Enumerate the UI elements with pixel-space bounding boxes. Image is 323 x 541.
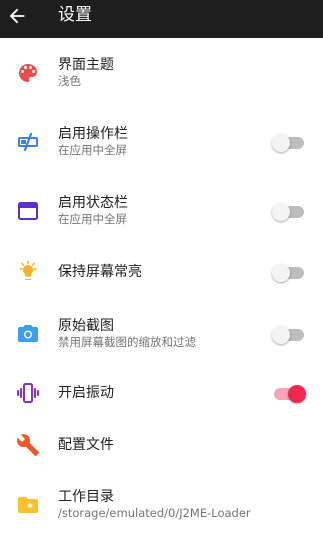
setting-summary: 禁用屏幕截图的缩放和过滤	[58, 335, 196, 349]
lightbulb-icon	[19, 260, 37, 280]
folder-star-icon	[18, 497, 38, 513]
setting-title: 工作目录	[58, 489, 114, 505]
palette-icon	[19, 64, 37, 82]
setting-item-vibration[interactable]: 开启振动	[0, 368, 323, 418]
wrench-icon	[16, 434, 39, 456]
switch-thumb	[272, 326, 290, 344]
keep-screen-on-switch[interactable]	[272, 261, 306, 283]
switch-thumb	[272, 203, 290, 221]
setting-summary: /storage/emulated/0/J2ME-Loader	[58, 506, 251, 520]
fullscreen-toggle-icon	[18, 132, 38, 152]
setting-item-keep-screen-on[interactable]: 保持屏幕常亮	[0, 247, 323, 297]
window-icon	[18, 202, 38, 220]
action-bar-switch[interactable]	[272, 131, 306, 153]
status-bar-switch[interactable]	[272, 200, 306, 222]
setting-summary: 浅色	[58, 74, 81, 88]
setting-title: 界面主题	[58, 57, 114, 73]
setting-title: 配置文件	[58, 437, 114, 453]
setting-item-working-directory[interactable]: 工作目录 /storage/emulated/0/J2ME-Loader	[0, 480, 323, 530]
setting-title: 保持屏幕常亮	[58, 264, 142, 280]
setting-item-raw-screenshot[interactable]: 原始截图 禁用屏幕截图的缩放和过滤	[0, 309, 323, 359]
camera-icon	[18, 325, 38, 342]
page-title: 设置	[58, 5, 92, 25]
vibration-switch[interactable]	[272, 382, 306, 404]
switch-thumb	[288, 385, 306, 403]
switch-thumb	[272, 134, 290, 152]
vibration-icon	[17, 383, 39, 403]
setting-item-status-bar[interactable]: 启用状态栏 在应用中全屏	[0, 186, 323, 236]
setting-item-theme[interactable]: 界面主题 浅色	[0, 48, 323, 98]
setting-item-action-bar[interactable]: 启用操作栏 在应用中全屏	[0, 117, 323, 167]
setting-summary: 在应用中全屏	[58, 212, 127, 226]
setting-item-config-files[interactable]: 配置文件	[0, 420, 323, 470]
setting-summary: 在应用中全屏	[58, 143, 127, 157]
setting-title: 启用状态栏	[58, 195, 128, 211]
arrow-back-icon[interactable]	[6, 5, 28, 27]
setting-title: 原始截图	[58, 318, 114, 334]
switch-thumb	[272, 264, 290, 282]
setting-title: 启用操作栏	[58, 126, 128, 142]
raw-screenshot-switch[interactable]	[272, 323, 306, 345]
setting-title: 开启振动	[58, 385, 114, 401]
app-bar: 设置	[0, 0, 323, 38]
